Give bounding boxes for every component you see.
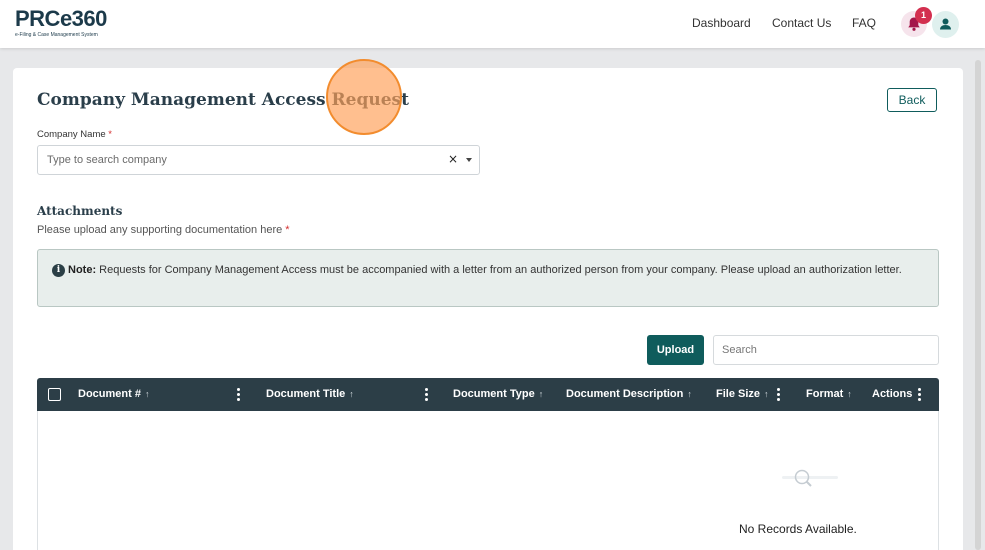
- column-label: Document Description: [566, 388, 684, 400]
- column-label: File Size: [716, 388, 761, 400]
- column-document-description[interactable]: Document Description ↑: [566, 388, 692, 400]
- column-file-size[interactable]: File Size ↑: [716, 388, 769, 400]
- kebab-menu-icon[interactable]: [236, 388, 240, 402]
- page-scrollbar[interactable]: [975, 60, 981, 550]
- required-marker: *: [285, 224, 290, 236]
- note-text: Note: Requests for Company Management Ac…: [68, 262, 913, 278]
- required-marker: *: [108, 129, 112, 140]
- search-input[interactable]: [713, 335, 939, 365]
- back-button[interactable]: Back: [887, 88, 937, 112]
- logo-subtitle: e-Filing & Case Management System: [15, 32, 98, 38]
- user-menu-button[interactable]: [932, 11, 959, 38]
- column-label: Document Type: [453, 388, 535, 400]
- sort-arrow-icon[interactable]: ↑: [145, 389, 150, 399]
- column-document-title[interactable]: Document Title ↑: [266, 388, 354, 400]
- sort-arrow-icon[interactable]: ↑: [539, 389, 544, 399]
- company-search-select[interactable]: Type to search company ×: [37, 145, 480, 175]
- sort-arrow-icon[interactable]: ↑: [687, 389, 692, 399]
- kebab-menu-icon[interactable]: [776, 388, 780, 402]
- chevron-down-icon[interactable]: [466, 158, 472, 162]
- clear-icon[interactable]: ×: [448, 152, 458, 166]
- nav-contact-us[interactable]: Contact Us: [772, 16, 831, 30]
- logo-text: PRCe360: [15, 6, 107, 31]
- column-label: Document Title: [266, 388, 346, 400]
- click-indicator: [326, 59, 402, 135]
- empty-state-text: No Records Available.: [739, 522, 857, 536]
- nav-dashboard[interactable]: Dashboard: [692, 16, 751, 30]
- attachments-help-text: Please upload any supporting documentati…: [37, 224, 283, 236]
- company-name-label-text: Company Name: [37, 129, 106, 140]
- attachments-title: Attachments: [37, 204, 123, 218]
- column-actions: Actions: [872, 388, 913, 400]
- attachments-help: Please upload any supporting documentati…: [37, 224, 290, 236]
- notification-badge: 1: [915, 7, 932, 24]
- company-name-label: Company Name *: [37, 129, 112, 140]
- nav-faq[interactable]: FAQ: [852, 16, 876, 30]
- info-icon: i: [52, 264, 65, 277]
- note-body: Requests for Company Management Access m…: [96, 264, 902, 276]
- select-all-checkbox[interactable]: [48, 388, 61, 401]
- column-document-type[interactable]: Document Type ↑: [453, 388, 543, 400]
- note-label: Note:: [68, 264, 97, 276]
- note-alert: i Note: Requests for Company Management …: [37, 249, 939, 307]
- sort-arrow-icon[interactable]: ↑: [764, 389, 769, 399]
- logo[interactable]: PRCe360 e-Filing & Case Management Syste…: [15, 6, 107, 39]
- kebab-menu-icon[interactable]: [917, 388, 921, 402]
- column-document-number[interactable]: Document # ↑: [78, 388, 149, 400]
- kebab-menu-icon[interactable]: [424, 388, 428, 402]
- upload-button[interactable]: Upload: [647, 335, 704, 365]
- column-label: Format: [806, 388, 844, 400]
- column-label: Document #: [78, 388, 141, 400]
- sort-arrow-icon[interactable]: ↑: [349, 389, 354, 399]
- column-format[interactable]: Format ↑: [806, 388, 852, 400]
- user-icon: [940, 18, 951, 30]
- search-magnifier-icon: [782, 469, 838, 487]
- top-navbar: PRCe360 e-Filing & Case Management Syste…: [0, 0, 985, 48]
- table-header: Document # ↑ Document Title ↑ Document Typ…: [37, 378, 939, 411]
- sort-arrow-icon[interactable]: ↑: [847, 389, 852, 399]
- company-search-placeholder: Type to search company: [47, 154, 167, 166]
